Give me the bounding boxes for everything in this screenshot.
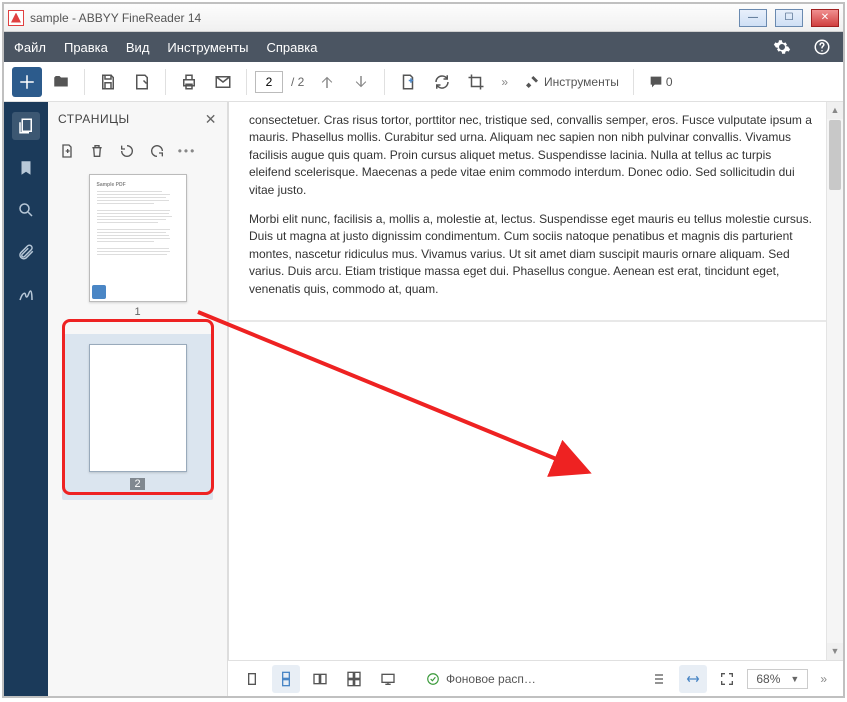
menu-tools[interactable]: Инструменты xyxy=(167,40,248,55)
view-single-icon[interactable] xyxy=(238,665,266,693)
menu-help[interactable]: Справка xyxy=(266,40,317,55)
instruments-label: Инструменты xyxy=(544,75,619,89)
pages-panel-close[interactable]: ✕ xyxy=(205,111,217,128)
document-area[interactable]: consectetuer. Cras risus tortor, porttit… xyxy=(228,102,843,660)
rail-attach-icon[interactable] xyxy=(12,238,40,266)
refresh-button[interactable] xyxy=(427,67,457,97)
page-rotate-left-icon[interactable] xyxy=(118,143,136,159)
maximize-button[interactable]: ☐ xyxy=(775,9,803,27)
page-add-icon[interactable] xyxy=(58,143,76,159)
minimize-button[interactable]: — xyxy=(739,9,767,27)
page-thumb-2[interactable]: 2 xyxy=(62,334,213,500)
page-thumb-label: 2 xyxy=(130,478,144,490)
paragraph: consectetuer. Cras risus tortor, porttit… xyxy=(249,112,815,199)
crop-button[interactable] xyxy=(461,67,491,97)
menubar: Файл Правка Вид Инструменты Справка xyxy=(4,32,843,62)
new-doc-button[interactable] xyxy=(393,67,423,97)
print-button[interactable] xyxy=(174,67,204,97)
bottom-bar: Фоновое расп… 68% ▼ » xyxy=(228,660,843,696)
vertical-scrollbar[interactable]: ▲ ▼ xyxy=(826,102,843,660)
help-icon[interactable] xyxy=(811,36,833,58)
zoom-value: 68% xyxy=(756,672,780,686)
open-button[interactable] xyxy=(46,67,76,97)
save-button[interactable] xyxy=(93,67,123,97)
titlebar: sample - ABBYY FineReader 14 — ☐ ✕ xyxy=(4,4,843,32)
add-page-button[interactable] xyxy=(12,67,42,97)
fit-height-icon[interactable] xyxy=(645,665,673,693)
zoom-select[interactable]: 68% ▼ xyxy=(747,669,808,689)
page-count-label: / 2 xyxy=(291,75,304,89)
comments-count: 0 xyxy=(666,75,673,89)
status-text: Фоновое расп… xyxy=(446,672,536,686)
rail-pages-icon[interactable] xyxy=(12,112,40,140)
pages-toolbar: ••• xyxy=(48,136,227,166)
page-more-icon[interactable]: ••• xyxy=(178,144,196,158)
comments-button[interactable]: 0 xyxy=(642,74,679,90)
toolbar-more[interactable]: » xyxy=(495,75,514,89)
status-ok-icon xyxy=(426,672,440,686)
scroll-up-arrow[interactable]: ▲ xyxy=(827,102,843,119)
app-icon xyxy=(8,10,24,26)
scroll-thumb[interactable] xyxy=(829,120,841,190)
menu-edit[interactable]: Правка xyxy=(64,40,108,55)
page-thumb-1[interactable]: Sample PDF 1 xyxy=(62,174,213,318)
save-as-button[interactable] xyxy=(127,67,157,97)
rail-bookmarks-icon[interactable] xyxy=(12,154,40,182)
email-button[interactable] xyxy=(208,67,238,97)
fit-width-icon[interactable] xyxy=(679,665,707,693)
page-number-input[interactable] xyxy=(255,71,283,93)
instruments-button[interactable]: Инструменты xyxy=(518,74,625,90)
settings-icon[interactable] xyxy=(771,36,793,58)
view-continuous-icon[interactable] xyxy=(272,665,300,693)
rail-search-icon[interactable] xyxy=(12,196,40,224)
menu-file[interactable]: Файл xyxy=(14,40,46,55)
page-delete-icon[interactable] xyxy=(88,143,106,159)
pages-panel: СТРАНИЦЫ ✕ ••• xyxy=(48,102,228,696)
scroll-down-arrow[interactable]: ▼ xyxy=(827,643,843,660)
next-page-button[interactable] xyxy=(346,67,376,97)
close-button[interactable]: ✕ xyxy=(811,9,839,27)
paragraph: Morbi elit nunc, facilisis a, mollis a, … xyxy=(249,211,815,298)
bottombar-more[interactable]: » xyxy=(814,672,833,686)
pages-panel-title: СТРАНИЦЫ xyxy=(58,112,130,126)
fullscreen-icon[interactable] xyxy=(713,665,741,693)
view-two-continuous-icon[interactable] xyxy=(340,665,368,693)
rail-sign-icon[interactable] xyxy=(12,280,40,308)
window-title: sample - ABBYY FineReader 14 xyxy=(30,11,201,25)
toolbar: / 2 » Инструменты 0 xyxy=(4,62,843,102)
view-two-page-icon[interactable] xyxy=(306,665,334,693)
page-status-badge xyxy=(92,285,106,299)
prev-page-button[interactable] xyxy=(312,67,342,97)
main-view: consectetuer. Cras risus tortor, porttit… xyxy=(228,102,843,696)
page-thumb-label: 1 xyxy=(62,306,213,318)
view-presentation-icon[interactable] xyxy=(374,665,402,693)
empty-page xyxy=(229,320,843,640)
page-rotate-right-icon[interactable] xyxy=(148,143,166,159)
menu-view[interactable]: Вид xyxy=(126,40,150,55)
left-rail xyxy=(4,102,48,696)
chevron-down-icon: ▼ xyxy=(790,674,799,684)
document-text: consectetuer. Cras risus tortor, porttit… xyxy=(229,102,843,320)
